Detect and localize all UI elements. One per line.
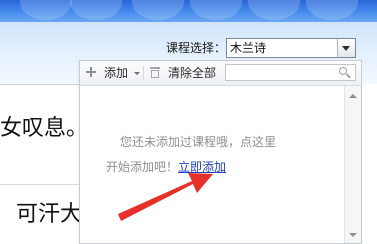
plus-icon (85, 66, 97, 78)
add-now-link[interactable]: 立即添加 (178, 160, 226, 174)
panel-toolbar: 添加 清除全部 (80, 61, 361, 86)
header-decoration (248, 0, 300, 20)
empty-state-message: 您还未添加过课程哦，点这里 (120, 135, 277, 149)
header-decoration (70, 0, 122, 20)
article-divider (0, 184, 82, 185)
header-decoration (306, 0, 358, 20)
trash-icon (149, 66, 161, 79)
top-header-bar (0, 0, 377, 22)
course-select-label: 课程选择： (166, 41, 227, 55)
course-select-dropdown[interactable]: 木兰诗 (226, 38, 356, 58)
course-dropdown-panel: 添加 清除全部 您还未添加过课程哦，点这里 开始添加吧！立即添加 (79, 60, 362, 244)
sub-header-divider (0, 84, 82, 85)
toolbar-separator (143, 66, 144, 80)
article-line: 可汗大 (16, 202, 80, 227)
search-icon[interactable] (339, 67, 351, 79)
empty-state: 您还未添加过课程哦，点这里 开始添加吧！立即添加 (80, 86, 342, 243)
scroll-up-icon[interactable] (349, 94, 357, 98)
header-decoration (132, 0, 184, 20)
empty-state-message-2: 开始添加吧！立即添加 (106, 159, 226, 175)
article-text-fragment: 可汗大 (0, 196, 80, 232)
chevron-down-icon[interactable] (337, 39, 355, 57)
header-decoration (20, 0, 72, 20)
course-select-value: 木兰诗 (230, 41, 267, 55)
scroll-down-icon[interactable] (349, 233, 357, 237)
search-input[interactable] (226, 65, 342, 80)
search-box (225, 64, 356, 81)
article-text-fragment: 女叹息。 (0, 110, 80, 146)
header-decoration (190, 0, 242, 20)
article-line: 女叹息。 (0, 116, 80, 141)
clear-all-label: 清除全部 (168, 66, 217, 80)
vertical-scrollbar[interactable] (344, 86, 361, 243)
empty-state-prefix: 开始添加吧！ (106, 160, 179, 174)
chevron-down-icon (134, 72, 140, 75)
add-button-label: 添加 (104, 66, 129, 80)
